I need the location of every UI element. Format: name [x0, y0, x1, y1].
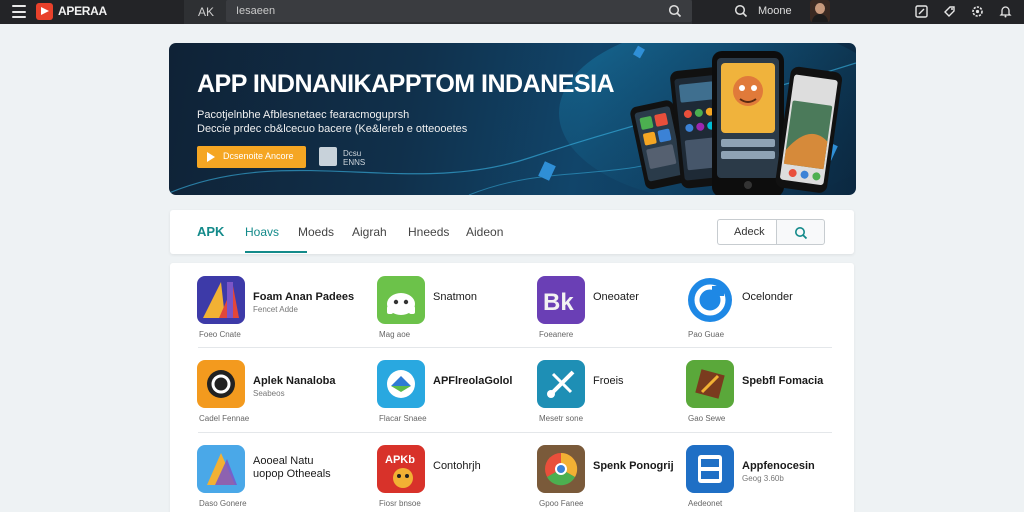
- app-meta: Pao Guae: [688, 330, 725, 339]
- search-placeholder: Iesaeen: [236, 5, 276, 17]
- tab-item[interactable]: Moeds: [298, 225, 334, 239]
- qr-label: Dcsu ENNS: [343, 149, 366, 167]
- app-icon: [537, 445, 585, 493]
- app-grid: Foam Anan Padees Fencet Adde Foeo Cnate …: [170, 263, 854, 512]
- app-name: Aplek Nanaloba: [253, 375, 336, 387]
- search-icon[interactable]: [668, 4, 682, 18]
- hero-banner: APP INDNANIKAPPTOM INDANESIA Pacotjelnbh…: [169, 43, 856, 195]
- tab-item[interactable]: Aideon: [466, 225, 503, 239]
- app-card[interactable]: Bk Oneoater Foeanere: [537, 276, 697, 346]
- divider: [198, 432, 832, 433]
- banner-title: APP INDNANIKAPPTOM INDANESIA: [197, 70, 615, 98]
- app-icon: [377, 360, 425, 408]
- app-card[interactable]: Snatmon Mag aoe: [377, 276, 537, 346]
- tab-home[interactable]: Hoavs: [245, 225, 279, 239]
- app-search-label: Adeck: [734, 226, 765, 238]
- top-bar: APERAA AK Iesaeen Moone: [0, 0, 1024, 24]
- app-meta: Gpoo Fanee: [539, 499, 584, 508]
- app-icon: [537, 360, 585, 408]
- active-tab-indicator: [245, 251, 307, 253]
- search-icon: [795, 227, 808, 240]
- section-label[interactable]: AK: [198, 5, 214, 19]
- app-card[interactable]: Spebfl Fomacia Gao Sewe: [686, 360, 846, 430]
- app-meta: Flacar Snaee: [379, 414, 427, 423]
- svg-text:APKb: APKb: [385, 454, 415, 466]
- app-meta: Fiosr bnsoe: [379, 499, 421, 508]
- app-meta: Foeo Cnate: [199, 330, 241, 339]
- app-meta: Cadel Fennae: [199, 414, 250, 423]
- app-card[interactable]: Foam Anan Padees Fencet Adde Foeo Cnate: [197, 276, 357, 346]
- app-meta: Daso Gonere: [199, 499, 247, 508]
- app-card[interactable]: Aooeal Natu uopop Otheeals Daso Gonere: [197, 445, 357, 512]
- app-card[interactable]: Froeis Mesetr sone: [537, 360, 697, 430]
- notifications-icon[interactable]: [998, 4, 1013, 19]
- edit-icon[interactable]: [914, 4, 929, 19]
- app-subtitle: Fencet Adde: [253, 305, 298, 314]
- tag-icon[interactable]: [942, 4, 957, 19]
- app-icon: [197, 360, 245, 408]
- app-name: Foam Anan Padees: [253, 291, 355, 303]
- logo-text[interactable]: APERAA: [58, 4, 107, 18]
- app-meta: Mesetr sone: [539, 414, 584, 423]
- app-icon: [197, 276, 245, 324]
- app-card[interactable]: Ocelonder Pao Guae: [686, 276, 846, 346]
- app-icon: [377, 276, 425, 324]
- app-logo-icon[interactable]: [36, 3, 53, 20]
- banner-subtitle: Pacotjelnbhe Afblesnetaec fearacmoguprsh: [197, 109, 410, 121]
- download-button[interactable]: Dcsenoite Ancore: [197, 146, 306, 168]
- play-icon: [207, 152, 215, 162]
- app-name: Aooeal Natu uopop Otheeals: [253, 455, 331, 480]
- banner-subtitle: Deccie prdec cb&lcecuo bacere (Ke&lereb …: [197, 123, 468, 135]
- qr-code-icon[interactable]: [319, 147, 337, 166]
- app-icon: APKb: [377, 445, 425, 493]
- app-icon: Bk: [537, 276, 585, 324]
- search-input[interactable]: [226, 0, 692, 22]
- settings-icon[interactable]: [970, 4, 985, 19]
- divider: [198, 347, 832, 348]
- app-name: Froeis: [593, 375, 624, 387]
- app-name: Spebfl Fomacia: [742, 375, 824, 387]
- app-card[interactable]: Spenk Ponogrij Gpoo Fanee: [537, 445, 697, 512]
- tab-item[interactable]: Aigrah: [352, 225, 387, 239]
- app-subtitle: Geog 3.60b: [742, 474, 784, 483]
- app-name: Spenk Ponogrij: [593, 460, 674, 472]
- download-button-label: Dcsenoite Ancore: [223, 151, 294, 161]
- app-search-button[interactable]: [776, 219, 825, 245]
- svg-text:Bk: Bk: [543, 289, 574, 316]
- app-card[interactable]: APFlreolaGolol Flacar Snaee: [377, 360, 537, 430]
- app-icon: [197, 445, 245, 493]
- app-name: Appfenocesin: [742, 460, 815, 472]
- tab-apk[interactable]: APK: [197, 224, 224, 239]
- app-name: Ocelonder: [742, 291, 793, 303]
- user-name[interactable]: Moone: [758, 5, 792, 17]
- menu-icon[interactable]: [12, 5, 26, 18]
- app-meta: Mag aoe: [379, 330, 411, 339]
- category-tabs: APK Hoavs Moeds Aigrah Hneeds Aideon Ade…: [170, 210, 854, 254]
- app-icon: [686, 360, 734, 408]
- app-meta: Aedeonet: [688, 499, 723, 508]
- app-card[interactable]: APKb Contohrjh Fiosr bnsoe: [377, 445, 537, 512]
- app-name: Contohrjh: [433, 460, 481, 472]
- app-name: Oneoater: [593, 291, 639, 303]
- app-meta: Gao Sewe: [688, 414, 726, 423]
- app-subtitle: Seabeos: [253, 389, 285, 398]
- search-icon[interactable]: [734, 4, 748, 18]
- app-name: APFlreolaGolol: [433, 375, 513, 387]
- app-card[interactable]: Appfenocesin Geog 3.60b Aedeonet: [686, 445, 846, 512]
- app-meta: Foeanere: [539, 330, 574, 339]
- app-icon: [686, 445, 734, 493]
- app-name: Snatmon: [433, 291, 478, 303]
- app-card[interactable]: Aplek Nanaloba Seabeos Cadel Fennae: [197, 360, 357, 430]
- avatar[interactable]: [810, 0, 830, 22]
- app-icon: [686, 276, 734, 324]
- tab-item[interactable]: Hneeds: [408, 225, 449, 239]
